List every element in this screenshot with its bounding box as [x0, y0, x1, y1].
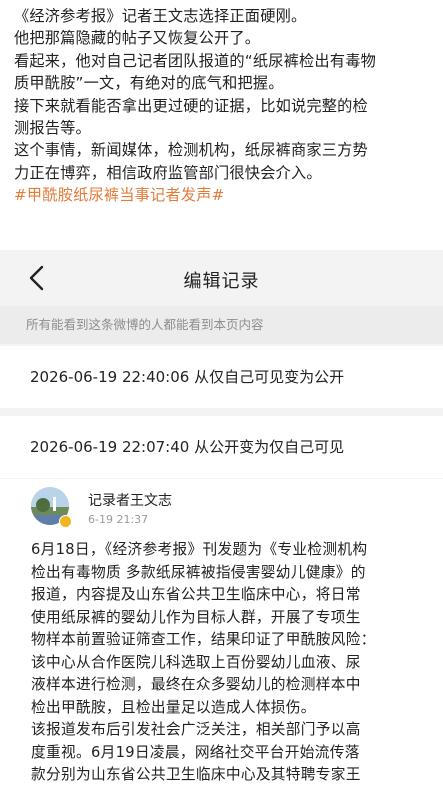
caption-line: 他把那篇隐藏的帖子又恢复公开了。: [14, 29, 261, 48]
caption-line: 《经济参考报》记者王文志选择正面硬刚。: [14, 7, 307, 25]
post-body-line: 度重视。6月19日凌晨，网络社交平台开始流传落: [31, 743, 360, 761]
hashtag-link[interactable]: #甲酰胺纸尿裤当事记者发声#: [14, 184, 433, 206]
caption-line: 这个事情，新闻媒体，检测机构，纸尿裤商家三方势: [14, 141, 368, 160]
post-body-line: 6月18日，《经济参考报》刊发题为《专业检测机构: [31, 541, 368, 558]
post-body-line: 使用纸尿裤的婴幼儿作为目标人群，开展了专项生: [31, 608, 361, 626]
post-body-line: 物样本前置验证筛查工作，结果印证了甲酰胺风险：: [31, 631, 376, 648]
nav-bar: 编辑记录: [0, 250, 443, 306]
post-author[interactable]: 记录者王文志: [88, 490, 172, 510]
verified-badge-icon: [59, 515, 72, 528]
edit-history-screenshot: 编辑记录 所有能看到这条微博的人都能看到本页内容 2026-06-19 22:4…: [0, 250, 443, 800]
post-body-line: 检出甲酰胺，且检出量足以造成人体损伤。: [31, 698, 316, 716]
post-body: 6月18日，《经济参考报》刊发题为《专业检测机构 检出有毒物质 多款纸尿裤被指侵…: [31, 539, 429, 787]
post-body-line: 报道，内容提及山东省公共卫生临床中心，将日常: [31, 586, 361, 603]
post-body-line: 该报道发布后引发社会广泛关注，相关部门予以高: [31, 721, 361, 738]
caption-line: 测报告等。: [14, 119, 91, 138]
caption-line: 力正在博弈，相信政府监管部门很快会介入。: [14, 163, 322, 182]
post-timestamp: 6-19 21:37: [88, 513, 149, 526]
post-body-line: 该中心从合作医院儿科选取上百份婴幼儿血液、尿: [31, 653, 361, 671]
post-body-line: 检出有毒物质 多款纸尿裤被指侵害婴幼儿健康》的: [31, 563, 366, 581]
post-card: 记录者王文志 6-19 21:37 6月18日，《经济参考报》刊发题为《专业检测…: [0, 479, 443, 800]
visibility-notice: 所有能看到这条微博的人都能看到本页内容: [0, 306, 443, 344]
edit-record-item[interactable]: 2026-06-19 22:40:06 从仅自己可见变为公开: [0, 346, 443, 408]
post-body-line: 液样本进行检测，最终在众多婴幼儿的检测样本中: [31, 676, 361, 693]
edit-record-item[interactable]: 2026-06-19 22:07:40 从公开变为仅自己可见: [0, 416, 443, 478]
page-title: 编辑记录: [183, 271, 260, 292]
post-body-line: 款分别为山东省公共卫生临床中心及其特聘专家王: [31, 766, 361, 783]
post-caption: 《经济参考报》记者王文志选择正面硬刚。 他把那篇隐藏的帖子又恢复公开了。 看起来…: [0, 0, 443, 250]
caption-line: 接下来就看能否拿出更过硬的证据，比如说完整的检: [14, 96, 368, 115]
caption-line: 看起来，他对自己记者团队报道的“纸尿裤检出有毒物: [14, 51, 376, 70]
caption-line: 质甲酰胺”一文，有绝对的底气和把握。: [14, 74, 284, 93]
